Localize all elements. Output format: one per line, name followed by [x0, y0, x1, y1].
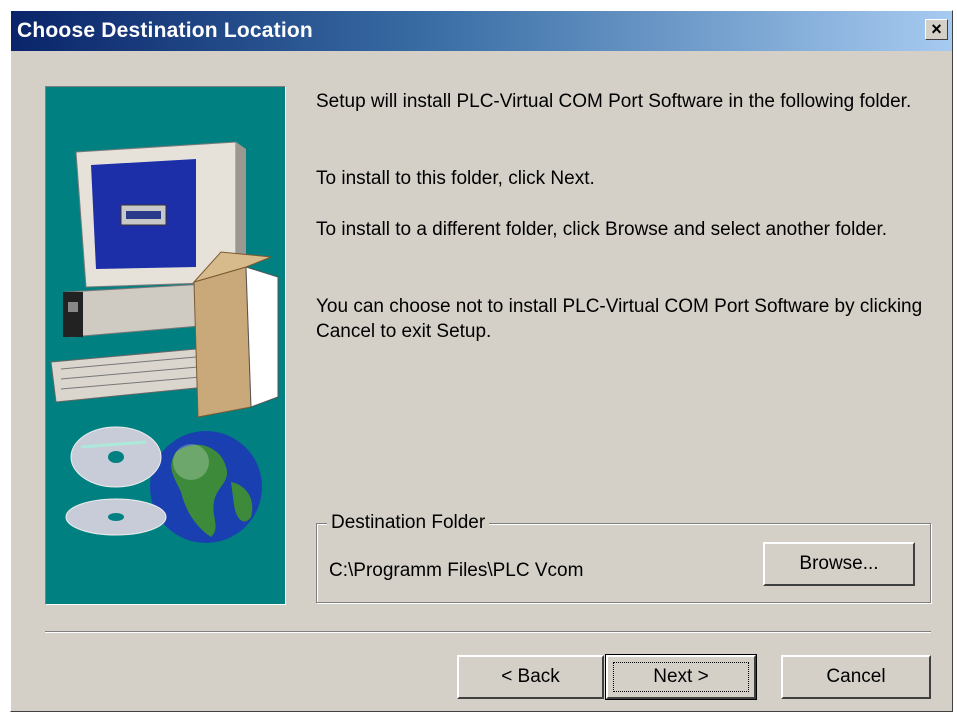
close-button[interactable]: × — [925, 19, 948, 40]
dialog-title: Choose Destination Location — [17, 19, 313, 42]
install-folder-message: Setup will install PLC-Virtual COM Port … — [316, 91, 912, 112]
title-bar: Choose Destination Location × — [11, 11, 952, 51]
footer-divider — [45, 631, 931, 633]
setup-illustration — [45, 86, 286, 605]
next-instruction-message: To install to this folder, click Next. — [316, 168, 595, 189]
cancel-button[interactable]: Cancel — [781, 655, 931, 699]
cancel-instruction-message: You can choose not to install PLC-Virtua… — [316, 296, 923, 342]
back-button[interactable]: < Back — [457, 655, 604, 699]
setup-dialog: Choose Destination Location × Setup will… — [10, 10, 953, 712]
destination-path: C:\Programm Files\PLC Vcom — [329, 560, 584, 581]
destination-folder-label: Destination Folder — [327, 512, 490, 534]
focus-rectangle — [613, 662, 749, 692]
computer-globe-illustration — [50, 141, 279, 543]
browse-instruction-message: To install to a different folder, click … — [316, 219, 888, 240]
next-button[interactable]: Next > — [605, 654, 757, 700]
browse-button[interactable]: Browse... — [763, 542, 915, 586]
